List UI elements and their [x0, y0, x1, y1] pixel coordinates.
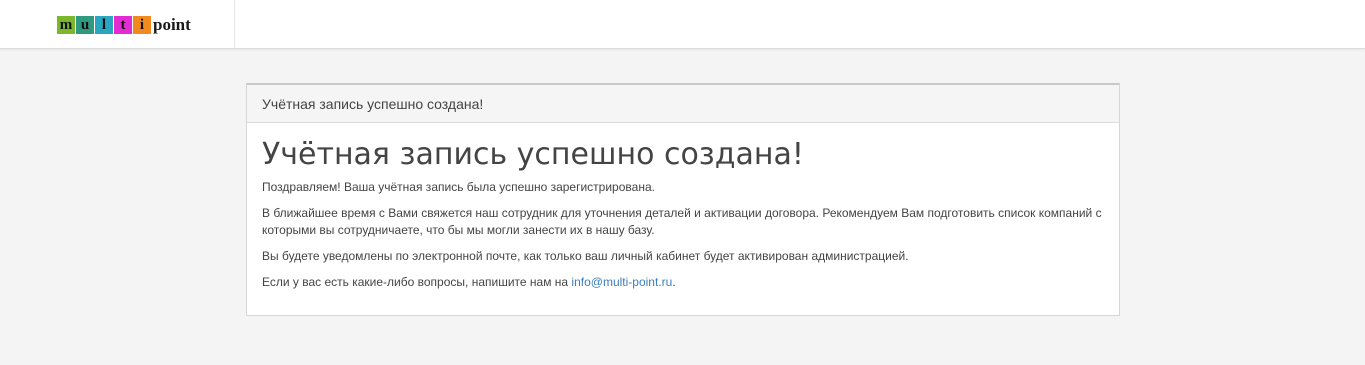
questions-prefix: Если у вас есть какие-либо вопросы, напи…	[262, 275, 572, 289]
logo-letter-i: i	[133, 16, 151, 34]
contact-text: В ближайшее время с Вами свяжется наш со…	[262, 206, 1102, 237]
panel-body: Учётная запись успешно создана! Поздравл…	[247, 123, 1119, 291]
logo-letter-l: l	[95, 16, 113, 34]
page-title: Учётная запись успешно создана!	[262, 137, 804, 172]
notify-text: Вы будете уведомлены по электронной почт…	[262, 249, 909, 263]
logo-letter-t: t	[114, 16, 132, 34]
congrats-text: Поздравляем! Ваша учётная запись была ус…	[262, 180, 655, 194]
success-panel: Учётная запись успешно создана! Учётная …	[246, 83, 1120, 316]
questions-suffix: .	[672, 275, 676, 289]
email-link[interactable]: info@multi-point.ru	[571, 275, 672, 289]
top-navbar: m u l t i point	[0, 0, 1365, 49]
logo-text-point: point	[153, 15, 191, 34]
questions-text: Если у вас есть какие-либо вопросы, напи…	[262, 274, 1104, 291]
logo-letter-m: m	[57, 16, 75, 34]
brand-area: m u l t i point	[0, 0, 235, 48]
multipoint-logo[interactable]: m u l t i point	[57, 16, 191, 34]
panel-heading: Учётная запись успешно создана!	[247, 85, 1119, 123]
logo-letter-u: u	[76, 16, 94, 34]
